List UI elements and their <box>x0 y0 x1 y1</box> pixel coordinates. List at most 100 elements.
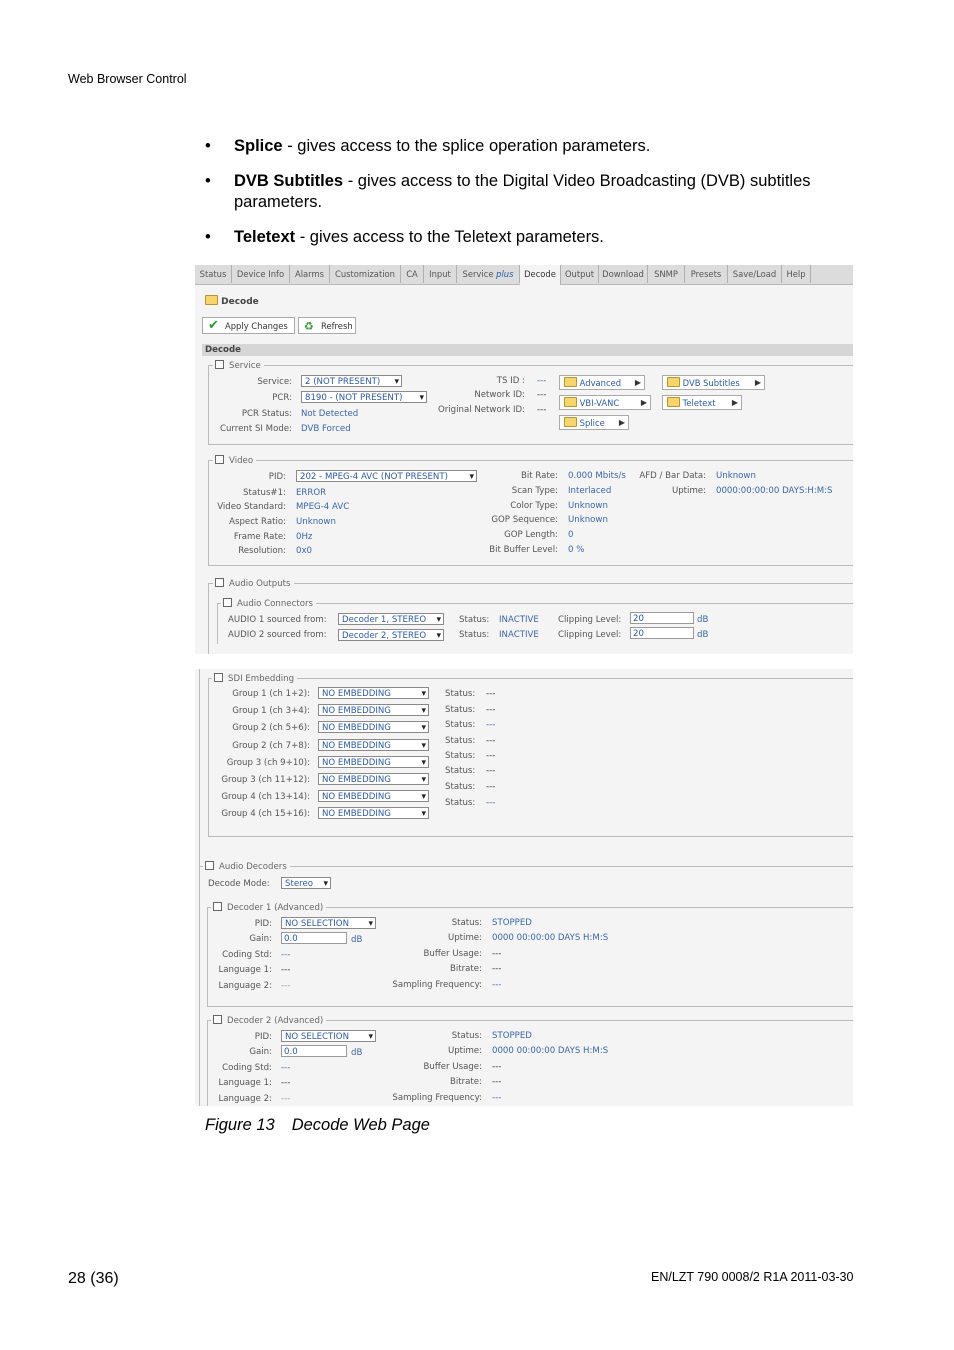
sdi-status-label: Status: <box>445 766 476 776</box>
language-2-value: --- <box>281 1094 291 1104</box>
network-id-value: --- <box>537 390 547 400</box>
pcr-select[interactable]: 8190 - (NOT PRESENT) <box>301 391 427 403</box>
refresh-button[interactable]: ♻ Refresh <box>298 317 356 334</box>
advanced-link[interactable]: Advanced ▶ <box>559 375 645 390</box>
audio-1-source-select[interactable]: Decoder 1, STEREO <box>338 613 444 625</box>
arrow-right-icon: ▶ <box>634 378 641 387</box>
tab-service-plus[interactable]: Service plus <box>457 265 520 283</box>
tab-download[interactable]: Download <box>599 265 648 283</box>
decoder-bitrate-label: Bitrate: <box>449 964 482 974</box>
bit-buffer-label: Bit Buffer Level: <box>489 545 558 555</box>
sdi-group-select[interactable]: NO EMBEDDING <box>318 721 429 733</box>
tab-input[interactable]: Input <box>424 265 457 283</box>
tab-alarms[interactable]: Alarms <box>290 265 330 283</box>
sampling-frequency-value: --- <box>492 1093 502 1103</box>
audio-2-source-select[interactable]: Decoder 2, STEREO <box>338 629 444 641</box>
tab-help[interactable]: Help <box>782 265 811 283</box>
sdi-group-label: Group 3 (ch 11+12): <box>221 775 310 785</box>
vbi-vanc-link-label: VBI-VANC <box>579 398 620 408</box>
si-mode-label: Current SI Mode: <box>219 424 292 434</box>
video-uptime-value: 0000:00:00:00 DAYS:H:M:S <box>716 486 833 496</box>
tab-device-info[interactable]: Device Info <box>232 265 290 283</box>
service-select[interactable]: 2 (NOT PRESENT) <box>301 375 402 387</box>
audio-decoders-legend[interactable]: Audio Decoders <box>203 861 290 872</box>
audio-2-clipping-input[interactable]: 20 <box>630 627 694 639</box>
sdi-embedding-legend[interactable]: SDI Embedding <box>212 673 298 684</box>
scan-type-value: Interlaced <box>568 486 612 496</box>
color-type-label: Color Type: <box>510 501 558 511</box>
audio-outputs-legend[interactable]: Audio Outputs <box>213 578 294 589</box>
decoder-legend[interactable]: Decoder 1 (Advanced) <box>211 902 327 913</box>
audio-1-clipping-input[interactable]: 20 <box>630 612 694 624</box>
sdi-group-select[interactable]: NO EMBEDDING <box>318 704 429 716</box>
dvb-subtitles-link-label: DVB Subtitles <box>682 378 740 388</box>
decode-mode-label: Decode Mode: <box>208 879 270 889</box>
decode-mode-select[interactable]: Stereo <box>281 877 331 889</box>
video-legend-text: Video <box>229 456 254 466</box>
sdi-group-select[interactable]: NO EMBEDDING <box>318 807 429 819</box>
tab-output[interactable]: Output <box>561 265 599 283</box>
sdi-status-value: --- <box>486 736 496 746</box>
audio-1-status-label: Status: <box>459 615 490 625</box>
language-2-label: Language 2: <box>218 1094 272 1104</box>
figure-number: Figure 13 <box>205 1116 275 1134</box>
bit-rate-value: 0.000 Mbits/s <box>568 471 626 481</box>
decoder-bitrate-value: --- <box>492 1077 502 1087</box>
decoder-bitrate-label: Bitrate: <box>449 1077 482 1087</box>
sdi-status-label: Status: <box>445 720 476 730</box>
decode-section-bar: Decode <box>202 344 853 356</box>
sdi-status-label: Status: <box>445 751 476 761</box>
tab-ca[interactable]: CA <box>401 265 424 283</box>
decoder-pid-select[interactable]: NO SELECTION <box>281 917 376 929</box>
sdi-status-label: Status: <box>445 798 476 808</box>
frame-rate-value: 0Hz <box>296 532 313 542</box>
collapse-icon <box>223 598 232 607</box>
document-id: EN/LZT 790 0008/2 R1A 2011-03-30 <box>651 1270 853 1284</box>
vbi-vanc-link[interactable]: VBI-VANC ▶ <box>559 395 651 410</box>
sdi-group-select[interactable]: NO EMBEDDING <box>318 687 429 699</box>
sdi-group-select[interactable]: NO EMBEDDING <box>318 756 429 768</box>
decoder-uptime-value: 0000 00:00:00 DAYS H:M:S <box>492 1046 609 1056</box>
si-mode-value: DVB Forced <box>301 424 351 434</box>
service-legend[interactable]: Service <box>213 360 264 371</box>
bit-buffer-value: 0 % <box>568 545 585 555</box>
tab-status[interactable]: Status <box>195 265 232 283</box>
video-pid-select[interactable]: 202 - MPEG-4 AVC (NOT PRESENT) <box>296 470 477 482</box>
video-standard-value: MPEG-4 AVC <box>296 502 350 512</box>
tab-presets[interactable]: Presets <box>685 265 728 283</box>
pcr-status-label: PCR Status: <box>241 409 292 419</box>
sdi-group-select[interactable]: NO EMBEDDING <box>318 773 429 785</box>
decoder-pid-select[interactable]: NO SELECTION <box>281 1030 376 1042</box>
resolution-value: 0x0 <box>296 546 313 556</box>
sdi-group-select[interactable]: NO EMBEDDING <box>318 739 429 751</box>
tab-save-load[interactable]: Save/Load <box>728 265 782 283</box>
advanced-link-label: Advanced <box>579 378 622 388</box>
apply-changes-button[interactable]: ✔ Apply Changes <box>202 317 295 334</box>
tab-snmp[interactable]: SNMP <box>648 265 685 283</box>
sdi-status-value: --- <box>486 751 496 761</box>
tab-bar: Status Device Info Alarms Customization … <box>195 265 853 285</box>
decoder-gain-input[interactable]: 0.0 <box>281 1045 347 1057</box>
tab-customization[interactable]: Customization <box>330 265 401 283</box>
resolution-label: Resolution: <box>238 546 286 556</box>
decoder-legend[interactable]: Decoder 2 (Advanced) <box>211 1015 327 1026</box>
scan-type-label: Scan Type: <box>511 486 558 496</box>
splice-link-label: Splice <box>579 418 605 428</box>
arrow-right-icon: ▶ <box>640 398 647 407</box>
decoder-gain-input[interactable]: 0.0 <box>281 932 347 944</box>
afd-label: AFD / Bar Data: <box>639 471 706 481</box>
decoder-gain-unit: dB <box>351 1048 363 1058</box>
tab-decode[interactable]: Decode <box>520 265 561 285</box>
sdi-status-label: Status: <box>445 689 476 699</box>
sdi-status-label: Status: <box>445 736 476 746</box>
sdi-group-select[interactable]: NO EMBEDDING <box>318 790 429 802</box>
decoder-legend-text: Decoder 2 (Advanced) <box>227 1016 324 1026</box>
splice-link[interactable]: Splice ▶ <box>559 415 629 430</box>
video-legend[interactable]: Video <box>213 455 257 466</box>
teletext-link[interactable]: Teletext ▶ <box>662 395 742 410</box>
audio-connectors-legend[interactable]: Audio Connectors <box>221 598 316 609</box>
ts-id-value: --- <box>537 376 547 386</box>
language-2-label: Language 2: <box>218 981 272 991</box>
language-1-label: Language 1: <box>218 1078 272 1088</box>
dvb-subtitles-link[interactable]: DVB Subtitles ▶ <box>662 375 765 390</box>
